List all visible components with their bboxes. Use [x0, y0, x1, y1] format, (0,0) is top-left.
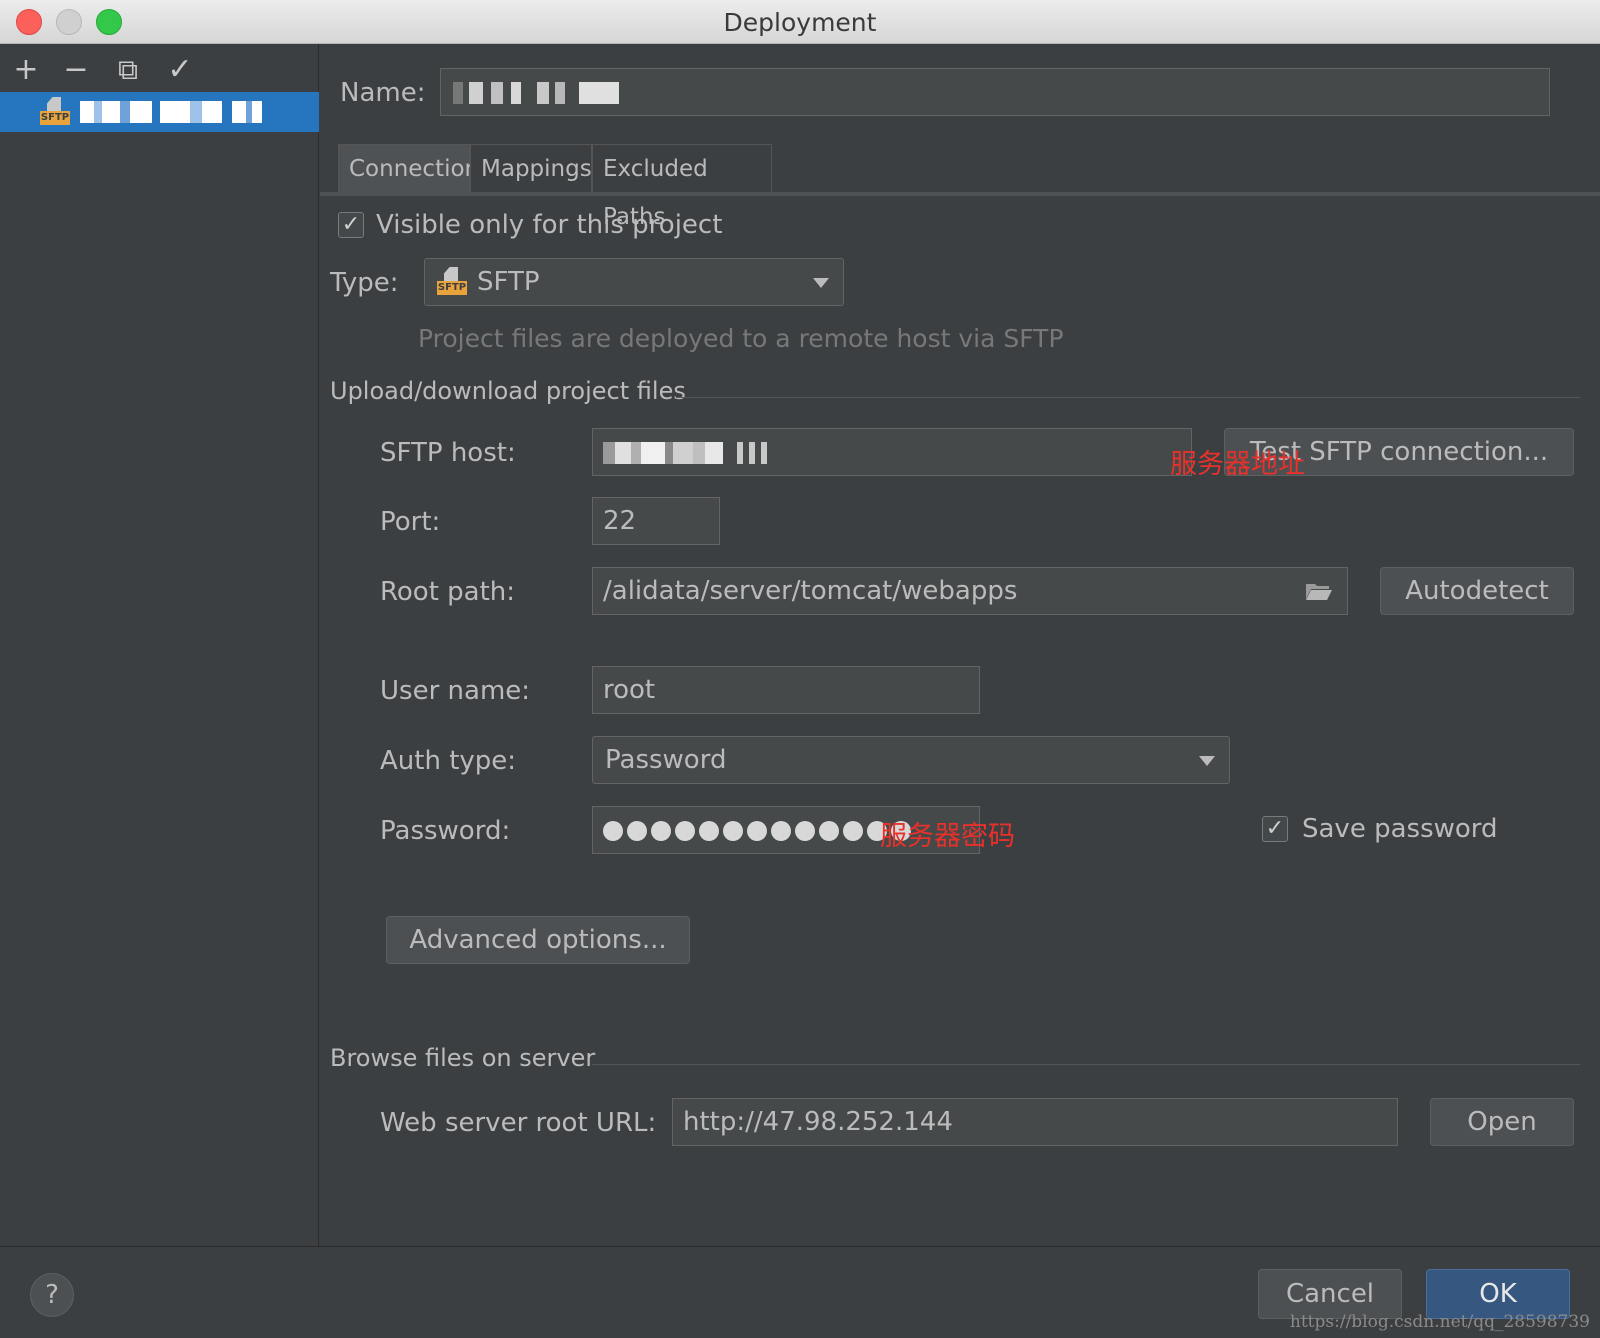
name-value-redacted: [453, 82, 619, 104]
copy-icon[interactable]: ⧉: [112, 54, 144, 86]
password-dot: [771, 820, 791, 841]
autodetect-button[interactable]: Autodetect: [1380, 567, 1574, 615]
browse-section-title: Browse files on server: [330, 1044, 596, 1072]
type-label: Type:: [330, 268, 399, 298]
port-label: Port:: [380, 507, 441, 537]
visible-only-label: Visible only for this project: [376, 210, 723, 240]
save-password-checkbox[interactable]: ✓: [1262, 816, 1288, 842]
advanced-options-button[interactable]: Advanced options...: [386, 916, 690, 964]
password-dot: [843, 820, 863, 841]
password-dot: [627, 820, 647, 841]
password-dot: [795, 820, 815, 841]
password-dot: [723, 820, 743, 841]
visible-only-checkbox[interactable]: ✓: [338, 212, 364, 238]
password-dot: [747, 820, 767, 841]
folder-icon[interactable]: [1305, 581, 1333, 601]
watermark-text: https://blog.csdn.net/qq_28598739: [1289, 1312, 1590, 1332]
password-dot: [819, 820, 839, 841]
sftp-server-icon: SFTP: [40, 97, 70, 127]
open-button[interactable]: Open: [1430, 1098, 1574, 1146]
auth-type-value: Password: [605, 745, 727, 775]
password-dot: [603, 820, 623, 841]
title-bar: Deployment: [0, 0, 1600, 44]
root-path-input[interactable]: /alidata/server/tomcat/webapps: [592, 567, 1348, 615]
user-name-label: User name:: [380, 676, 531, 706]
sftp-host-redacted: [603, 442, 767, 464]
sftp-host-label: SFTP host:: [380, 438, 516, 468]
root-path-value: /alidata/server/tomcat/webapps: [603, 576, 1018, 606]
tab-excluded-paths[interactable]: Excluded Paths: [592, 144, 772, 230]
root-path-label: Root path:: [380, 577, 516, 607]
type-dropdown[interactable]: SFTP SFTP: [424, 258, 844, 306]
name-label: Name:: [340, 78, 426, 108]
web-root-url-label: Web server root URL:: [380, 1108, 657, 1138]
auth-type-dropdown[interactable]: Password: [592, 736, 1230, 784]
window-title: Deployment: [723, 8, 877, 37]
password-dot: [699, 820, 719, 841]
chevron-down-icon: [1199, 756, 1215, 766]
user-name-input[interactable]: root: [592, 666, 980, 714]
sftp-type-icon: SFTP: [437, 267, 467, 297]
server-list-sidebar: + − ⧉ ✓ SFTP: [0, 44, 319, 1246]
password-label: Password:: [380, 816, 511, 846]
tab-connection[interactable]: Connection: [338, 144, 479, 194]
section-divider: [592, 1064, 1580, 1065]
web-root-url-input[interactable]: http://47.98.252.144: [672, 1098, 1398, 1146]
port-input[interactable]: 22: [592, 497, 720, 545]
deployment-settings-panel: Name: Connection Mappings Excluded Paths…: [320, 44, 1600, 1246]
server-name-redacted: [80, 101, 262, 123]
help-icon[interactable]: ?: [30, 1273, 74, 1317]
chevron-down-icon: [813, 278, 829, 288]
type-hint: Project files are deployed to a remote h…: [418, 324, 1064, 353]
section-divider: [676, 397, 1580, 398]
sftp-host-input[interactable]: [592, 428, 1192, 476]
password-dot: [651, 820, 671, 841]
sftp-host-annotation: 服务器地址: [1170, 449, 1305, 480]
save-password-label: Save password: [1302, 814, 1498, 844]
name-input[interactable]: [440, 68, 1550, 116]
tab-divider: [320, 192, 1600, 196]
type-value: SFTP: [477, 267, 540, 297]
add-icon[interactable]: +: [10, 54, 42, 86]
dialog-footer: ? Cancel OK https://blog.csdn.net/qq_285…: [0, 1246, 1600, 1338]
auth-type-label: Auth type:: [380, 746, 517, 776]
upload-section-title: Upload/download project files: [330, 377, 686, 405]
tab-mappings[interactable]: Mappings: [470, 144, 592, 194]
password-dot: [675, 820, 695, 841]
server-list-item[interactable]: SFTP: [0, 92, 319, 132]
password-annotation: 服务器密码: [880, 821, 1015, 852]
remove-icon[interactable]: −: [60, 54, 92, 86]
check-icon[interactable]: ✓: [164, 54, 196, 86]
